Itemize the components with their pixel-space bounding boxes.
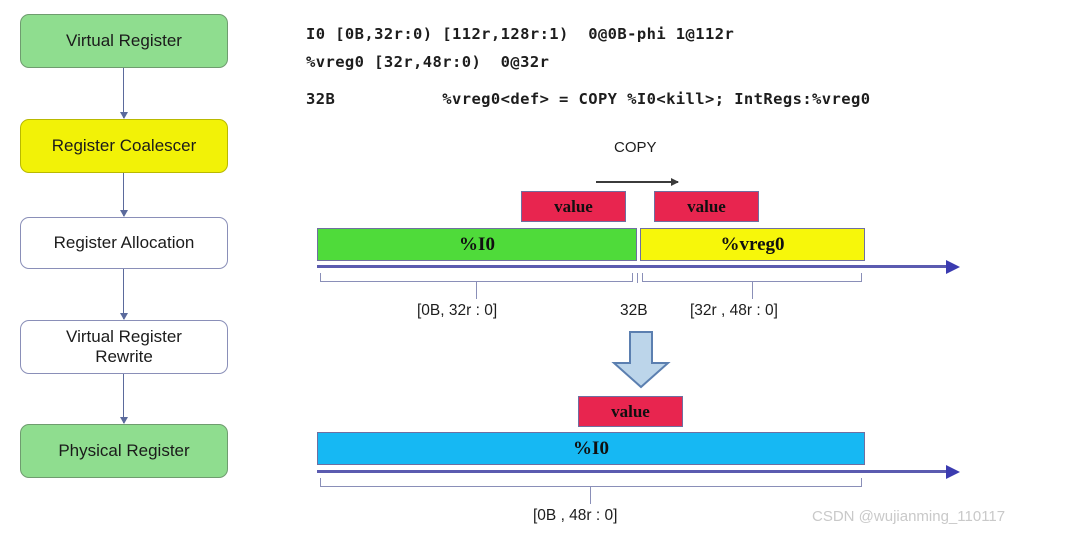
code-line-2: %vreg0 [32r,48r:0) 0@32r xyxy=(306,53,550,71)
pipeline-step-virtual-register[interactable]: Virtual Register xyxy=(20,14,228,68)
live-range-bracket-left xyxy=(320,273,633,282)
value-box-merged: value xyxy=(578,396,683,427)
code-line-1: I0 [0B,32r:0) [112r,128r:1) 0@0B-phi 1@1… xyxy=(306,25,735,43)
register-bar-label: %vreg0 xyxy=(720,233,785,255)
pipeline-step-label: Physical Register xyxy=(58,441,190,461)
value-box-label: value xyxy=(611,401,650,421)
pipeline-step-label: Virtual Register Rewrite xyxy=(66,327,182,366)
live-range-bracket-merged xyxy=(320,478,862,487)
live-range-tick-right xyxy=(752,282,754,299)
pipeline-step-register-allocation[interactable]: Register Allocation xyxy=(20,217,228,269)
live-range-label-merged: [0B , 48r : 0] xyxy=(533,507,618,524)
value-box-source: value xyxy=(521,191,626,222)
pipeline-connector-2 xyxy=(119,173,128,217)
register-bar-vreg0: %vreg0 xyxy=(640,228,865,261)
register-bar-label: %I0 xyxy=(573,437,609,459)
live-range-label-right: [32r , 48r : 0] xyxy=(690,302,778,319)
pipeline-step-label: Register Allocation xyxy=(53,233,195,253)
register-bar-label: %I0 xyxy=(459,233,495,255)
pipeline-connector-1 xyxy=(119,68,128,119)
pipeline-step-virtual-register-rewrite[interactable]: Virtual Register Rewrite xyxy=(20,320,228,374)
code-line-3: 32B %vreg0<def> = COPY %I0<kill>; IntReg… xyxy=(306,90,871,108)
live-range-tick-left xyxy=(476,282,478,299)
pipeline-step-label: Register Coalescer xyxy=(51,136,197,156)
pipeline-connector-4 xyxy=(119,374,128,424)
timeline-axis-after xyxy=(317,465,960,478)
copy-operation-label: COPY xyxy=(614,139,657,156)
value-box-label: value xyxy=(687,196,726,216)
timeline-axis-before xyxy=(317,260,960,273)
copy-direction-arrow xyxy=(596,178,679,185)
value-box-dest: value xyxy=(654,191,759,222)
register-bar-merged-i0: %I0 xyxy=(317,432,865,465)
live-range-label-left: [0B, 32r : 0] xyxy=(417,302,498,319)
split-point-label: 32B xyxy=(620,302,648,319)
live-range-tick-merged xyxy=(590,487,592,504)
pipeline-connector-3 xyxy=(119,269,128,320)
pipeline-step-label: Virtual Register xyxy=(66,31,182,51)
value-box-label: value xyxy=(554,196,593,216)
diagram-canvas: Virtual Register Register Coalescer Regi… xyxy=(0,0,1080,540)
live-range-bracket-right xyxy=(642,273,862,282)
watermark-text: CSDN @wujianming_110117 xyxy=(812,508,1006,525)
split-point-tick xyxy=(637,273,639,283)
pipeline-step-physical-register[interactable]: Physical Register xyxy=(20,424,228,478)
transform-down-arrow-icon xyxy=(610,330,672,395)
pipeline-step-register-coalescer[interactable]: Register Coalescer xyxy=(20,119,228,173)
register-bar-i0: %I0 xyxy=(317,228,637,261)
